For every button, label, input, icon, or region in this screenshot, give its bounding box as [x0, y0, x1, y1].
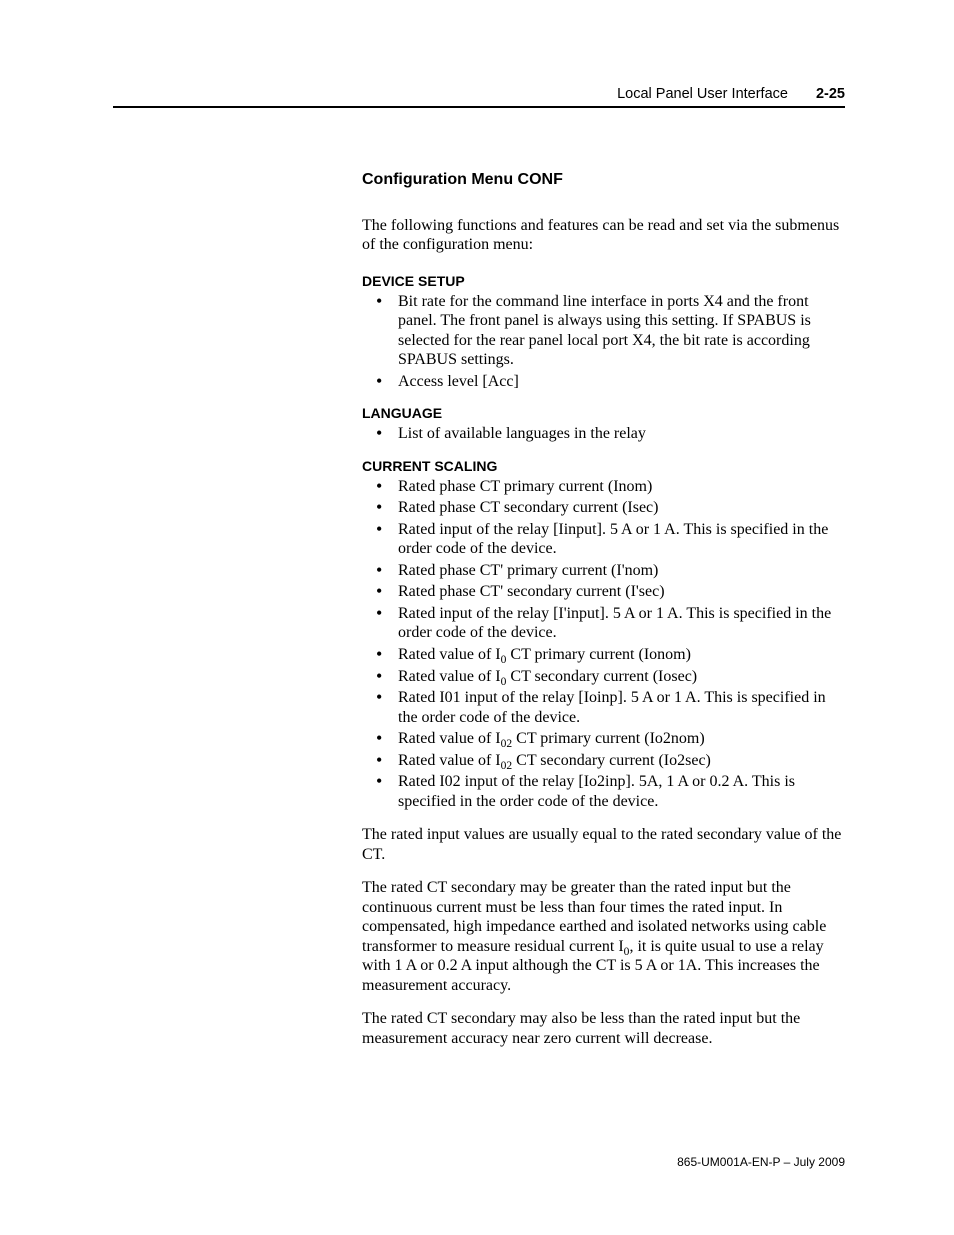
list-item: Rated phase CT secondary current (Isec): [362, 498, 847, 518]
list-item: Rated phase CT' primary current (I'nom): [362, 561, 847, 581]
body-paragraph: The rated CT secondary may be greater th…: [362, 878, 847, 995]
header-page-number: 2-25: [816, 86, 845, 102]
page-footer: 865-UM001A-EN-P – July 2009: [677, 1155, 845, 1169]
list-item: Bit rate for the command line interface …: [362, 292, 847, 370]
page-header: Local Panel User Interface 2-25: [113, 86, 845, 108]
body-paragraph: The rated input values are usually equal…: [362, 825, 847, 864]
list-item: Rated phase CT primary current (Inom): [362, 477, 847, 497]
page-content: Configuration Menu CONF The following fu…: [362, 170, 847, 1048]
intro-paragraph: The following functions and features can…: [362, 216, 847, 255]
device-setup-list: Bit rate for the command line interface …: [362, 292, 847, 392]
list-item: Rated value of I02 CT secondary current …: [362, 751, 847, 771]
body-paragraph: The rated CT secondary may also be less …: [362, 1009, 847, 1048]
list-item: Rated I01 input of the relay [Ioinp]. 5 …: [362, 688, 847, 727]
list-item: Rated value of I0 CT primary current (Io…: [362, 645, 847, 665]
list-item: Rated I02 input of the relay [Io2inp]. 5…: [362, 772, 847, 811]
section-title: Configuration Menu CONF: [362, 170, 847, 190]
subhead-language: LANGUAGE: [362, 405, 847, 422]
list-item: Access level [Acc]: [362, 372, 847, 392]
list-item: Rated value of I0 CT secondary current (…: [362, 667, 847, 687]
subhead-device-setup: DEVICE SETUP: [362, 273, 847, 290]
language-list: List of available languages in the relay: [362, 424, 847, 444]
list-item: Rated input of the relay [Iinput]. 5 A o…: [362, 520, 847, 559]
current-scaling-list: Rated phase CT primary current (Inom) Ra…: [362, 477, 847, 811]
list-item: Rated phase CT' secondary current (I'sec…: [362, 582, 847, 602]
list-item: List of available languages in the relay: [362, 424, 847, 444]
subhead-current-scaling: CURRENT SCALING: [362, 458, 847, 475]
header-title: Local Panel User Interface: [617, 86, 788, 102]
list-item: Rated value of I02 CT primary current (I…: [362, 729, 847, 749]
list-item: Rated input of the relay [I'input]. 5 A …: [362, 604, 847, 643]
